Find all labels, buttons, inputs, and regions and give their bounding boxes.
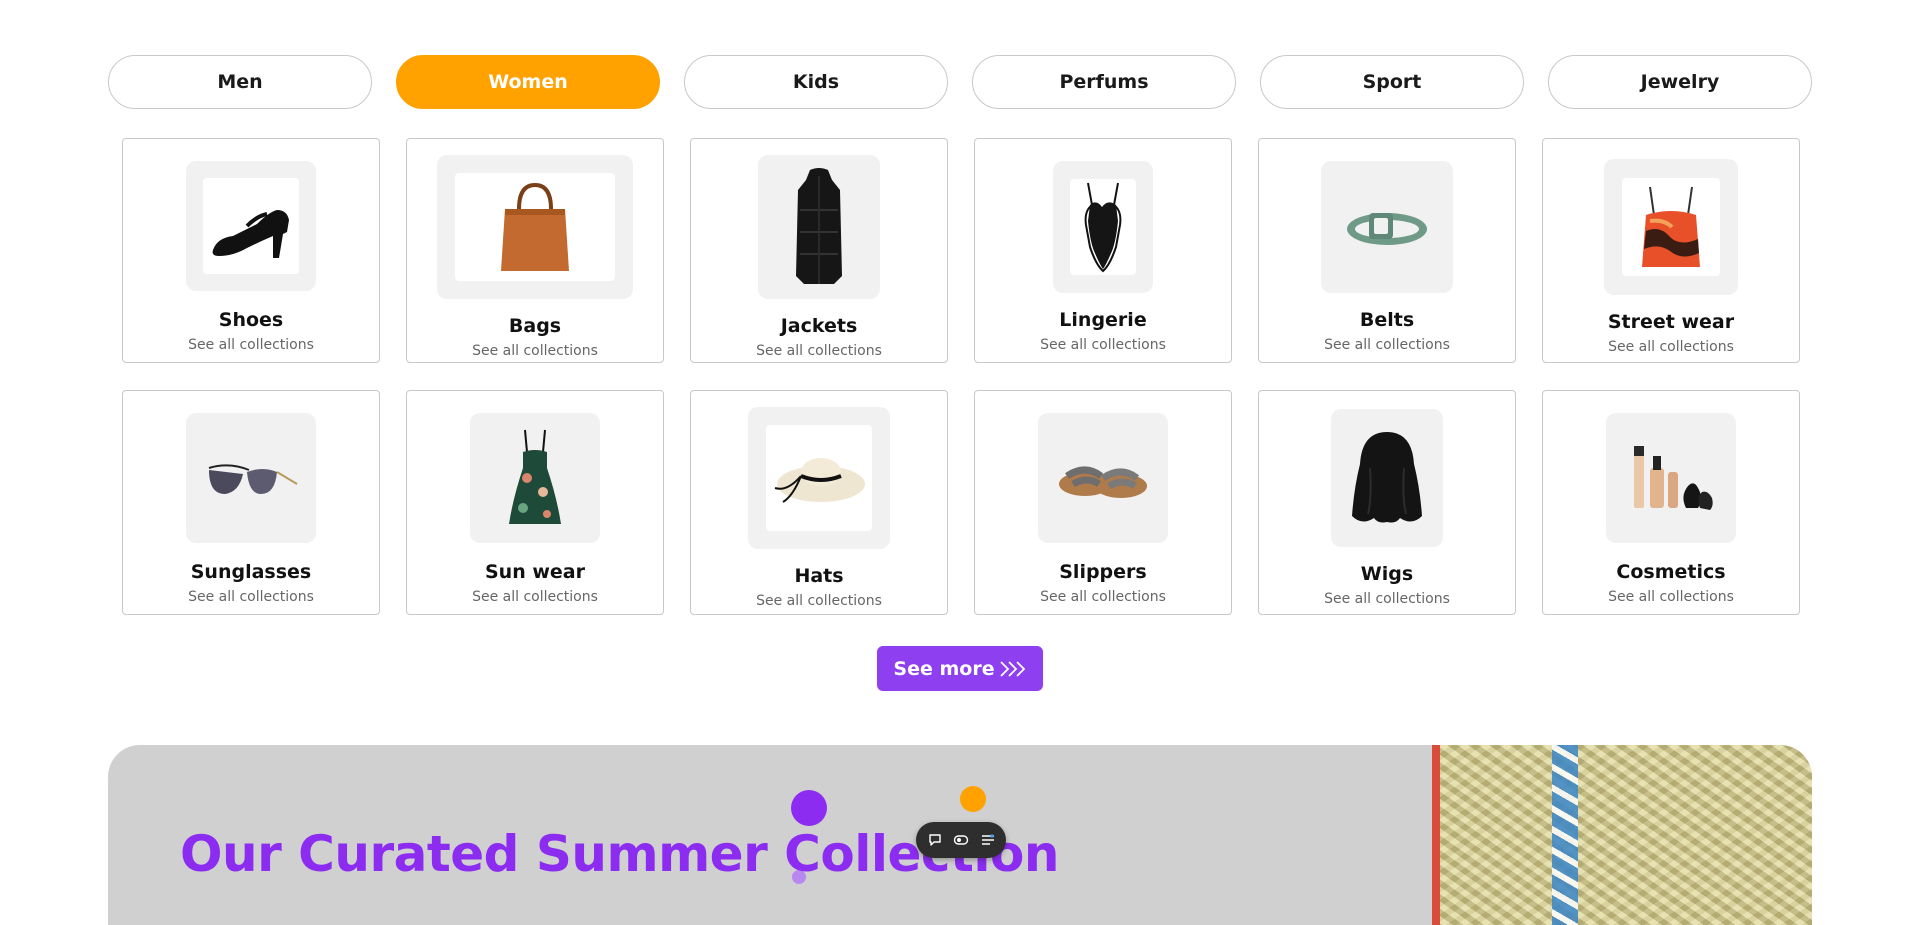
category-thumb: [1321, 161, 1453, 293]
category-thumb: [1053, 161, 1153, 293]
category-title: Cosmetics: [1616, 561, 1726, 583]
category-card-hats[interactable]: Hats See all collections: [690, 390, 948, 615]
tab-sport[interactable]: Sport: [1260, 55, 1524, 109]
category-subtitle: See all collections: [1608, 589, 1734, 605]
category-title: Shoes: [218, 309, 284, 331]
category-card-jackets[interactable]: Jackets See all collections: [690, 138, 948, 363]
category-title: Belts: [1359, 309, 1415, 331]
category-subtitle: See all collections: [472, 589, 598, 605]
belt-icon: [1347, 213, 1427, 245]
sun-hat-icon: [774, 458, 865, 503]
category-grid: Shoes See all collections Bags See all c…: [122, 138, 1800, 616]
handbag-icon: [501, 182, 569, 271]
category-thumb: [1606, 413, 1736, 543]
tab-men[interactable]: Men: [108, 55, 372, 109]
decor-dot-purple: [791, 790, 827, 826]
category-card-street-wear[interactable]: Street wear See all collections: [1542, 138, 1800, 363]
category-subtitle: See all collections: [756, 593, 882, 609]
category-title: Sun wear: [485, 561, 585, 583]
decor-dot-orange: [960, 786, 986, 812]
heel-shoe-icon: [212, 210, 289, 258]
category-thumb: [1604, 159, 1738, 295]
category-thumb: [758, 155, 880, 299]
category-tabs: Men Women Kids Perfums Sport Jewelry: [108, 55, 1812, 111]
dress-icon: [509, 429, 561, 524]
category-subtitle: See all collections: [1608, 339, 1734, 355]
category-subtitle: See all collections: [188, 337, 314, 353]
category-card-sun-wear[interactable]: Sun wear See all collections: [406, 390, 664, 615]
triple-chevron-right-icon: [999, 660, 1025, 677]
category-title: Slippers: [1059, 561, 1147, 583]
category-subtitle: See all collections: [1324, 591, 1450, 607]
crop-top-icon: [1642, 186, 1700, 267]
category-title: Hats: [794, 565, 844, 587]
category-card-sunglasses[interactable]: Sunglasses See all collections: [122, 390, 380, 615]
see-more-button[interactable]: See more: [877, 646, 1043, 691]
category-thumb: [1331, 409, 1443, 547]
category-subtitle: See all collections: [472, 343, 598, 359]
category-thumb: [437, 155, 633, 299]
sunglasses-icon: [208, 464, 298, 494]
bodysuit-icon: [1084, 182, 1122, 273]
category-card-wigs[interactable]: Wigs See all collections: [1258, 390, 1516, 615]
category-card-slippers[interactable]: Slippers See all collections: [974, 390, 1232, 615]
sandals-icon: [1059, 466, 1147, 498]
category-title: Sunglasses: [190, 561, 312, 583]
category-subtitle: See all collections: [1040, 589, 1166, 605]
wig-icon: [1352, 432, 1422, 523]
category-thumb: [186, 413, 316, 543]
list-icon[interactable]: [980, 832, 996, 848]
straw-hat-photo: [1432, 745, 1812, 925]
category-thumb: [748, 407, 890, 549]
category-title: Bags: [508, 315, 562, 337]
category-thumb: [470, 413, 600, 543]
category-thumb: [186, 161, 316, 291]
long-jacket-icon: [796, 168, 842, 284]
tab-perfums[interactable]: Perfums: [972, 55, 1236, 109]
toggle-icon[interactable]: [953, 832, 969, 848]
tab-women[interactable]: Women: [396, 55, 660, 109]
category-subtitle: See all collections: [1324, 337, 1450, 353]
category-card-bags[interactable]: Bags See all collections: [406, 138, 664, 363]
category-card-belts[interactable]: Belts See all collections: [1258, 138, 1516, 363]
category-subtitle: See all collections: [756, 343, 882, 359]
floating-toolbar: [916, 822, 1006, 858]
category-title: Wigs: [1360, 563, 1414, 585]
cosmetics-icon: [1634, 446, 1713, 510]
see-more-label: See more: [893, 657, 995, 680]
category-subtitle: See all collections: [188, 589, 314, 605]
category-subtitle: See all collections: [1040, 337, 1166, 353]
tab-kids[interactable]: Kids: [684, 55, 948, 109]
category-title: Street wear: [1607, 311, 1735, 333]
comment-icon[interactable]: [927, 832, 943, 848]
category-title: Lingerie: [1059, 309, 1147, 331]
category-card-cosmetics[interactable]: Cosmetics See all collections: [1542, 390, 1800, 615]
category-title: Jackets: [780, 315, 858, 337]
category-card-lingerie[interactable]: Lingerie See all collections: [974, 138, 1232, 363]
category-card-shoes[interactable]: Shoes See all collections: [122, 138, 380, 363]
tab-jewelry[interactable]: Jewelry: [1548, 55, 1812, 109]
category-thumb: [1038, 413, 1168, 543]
